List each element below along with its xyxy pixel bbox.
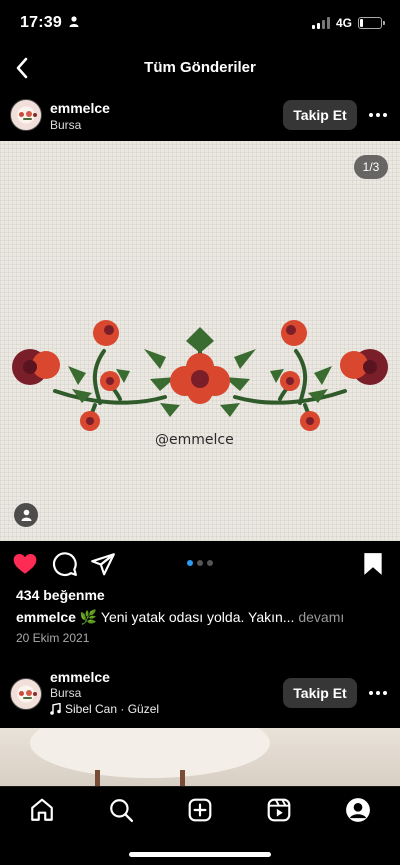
tab-profile[interactable] [344, 796, 372, 824]
bookmark-filled-icon [364, 553, 382, 575]
carousel-dot-active [187, 560, 193, 566]
likes-count[interactable]: 434 beğenme [16, 587, 105, 603]
username[interactable]: emmelce [50, 100, 110, 116]
follow-button[interactable]: Takip Et [283, 678, 357, 708]
more-options-button[interactable] [366, 681, 390, 705]
caption-text: Yeni yatak odası yolda. Yakın... [100, 609, 295, 625]
status-time: 17:39 [20, 14, 79, 32]
tab-create[interactable] [186, 796, 214, 824]
follow-button[interactable]: Takip Et [283, 100, 357, 130]
carousel-indicator [187, 560, 213, 566]
home-icon [31, 798, 53, 821]
heart-filled-icon [13, 554, 37, 574]
tab-search[interactable] [107, 796, 135, 824]
tagged-user-button[interactable] [14, 503, 38, 527]
image-counter: 1/3 [354, 155, 388, 179]
network-type: 4G [335, 16, 352, 30]
comment-icon [52, 552, 77, 577]
username[interactable]: emmelce [50, 669, 110, 685]
location[interactable]: Bursa [50, 686, 81, 700]
save-button[interactable] [360, 551, 386, 577]
nav-header: Tüm Gönderiler [0, 46, 400, 90]
search-icon [110, 799, 134, 823]
status-bar: 17:39 4G [0, 0, 400, 46]
add-post-icon [188, 798, 212, 822]
avatar[interactable] [10, 678, 42, 710]
home-indicator [129, 852, 271, 857]
tab-reels[interactable] [265, 796, 293, 824]
signal-icon [311, 17, 330, 29]
location[interactable]: Bursa [50, 118, 81, 132]
reels-icon [267, 798, 291, 822]
person-icon [21, 509, 31, 521]
battery-icon [358, 17, 385, 29]
tab-home[interactable] [28, 796, 56, 824]
person-icon [69, 16, 79, 27]
page-title: Tüm Gönderiler [144, 59, 256, 76]
share-button[interactable] [90, 551, 116, 577]
post-image[interactable] [0, 728, 400, 786]
paper-plane-icon [91, 553, 115, 576]
music-label[interactable]: Sibel Can · Güzel [50, 702, 159, 716]
carousel-dot [207, 560, 213, 566]
carousel-dot [197, 560, 203, 566]
caption-more-link[interactable]: devamı [298, 609, 344, 625]
post-image[interactable]: @emmelce 1/3 [0, 141, 400, 541]
profile-icon [346, 798, 370, 822]
more-options-button[interactable] [366, 103, 390, 127]
caption-username[interactable]: emmelce [16, 609, 76, 625]
caption[interactable]: emmelce 🌿 Yeni yatak odası yolda. Yakın.… [16, 609, 344, 626]
watermark-text: @emmelce [155, 432, 234, 448]
embroidery-artwork [12, 320, 388, 431]
post-header: emmelce Bursa Takip Et [0, 91, 400, 139]
avatar[interactable] [10, 99, 42, 131]
post-date: 20 Ekim 2021 [16, 631, 90, 645]
comment-button[interactable] [52, 551, 78, 577]
post-actions [0, 548, 400, 580]
like-button[interactable] [12, 551, 38, 577]
caption-emoji: 🌿 [79, 609, 98, 625]
music-note-icon [50, 703, 61, 715]
